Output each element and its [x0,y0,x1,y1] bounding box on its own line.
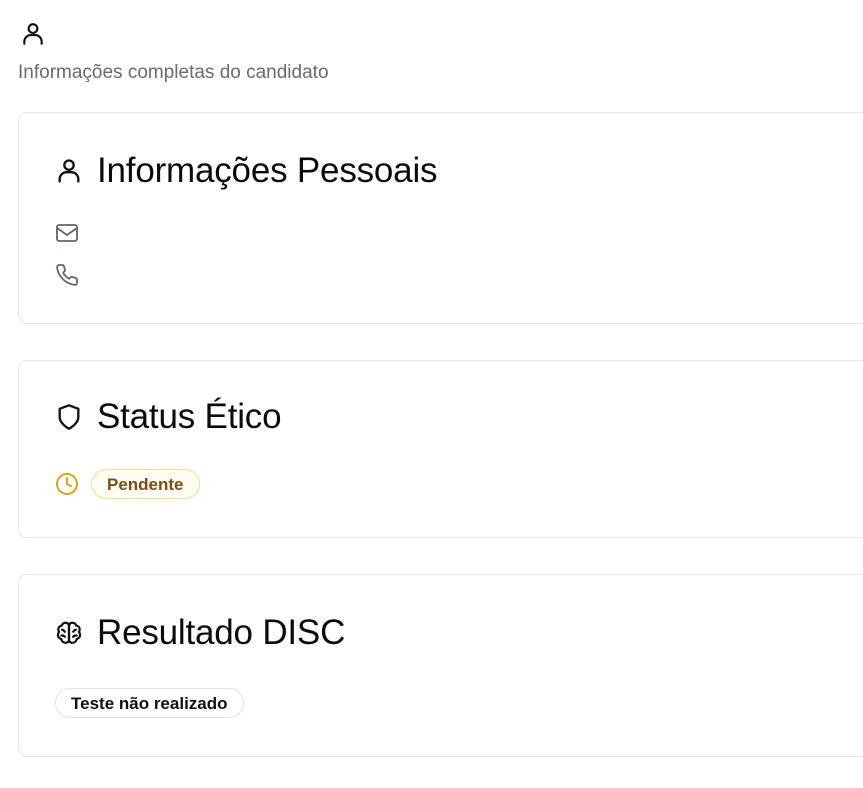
personal-info-header: Informações Pessoais [55,150,438,192]
shield-icon [58,404,80,430]
personal-info-card: Informações Pessoais [18,112,863,324]
personal-info-title: Informações Pessoais [97,151,438,190]
brain-icon [56,621,82,644]
phone-icon [56,264,78,286]
status-badge: Pendente [91,469,200,499]
ethic-status-row: Pendente [55,469,200,499]
disc-result-header: Resultado DISC [55,612,345,654]
user-icon [58,159,80,183]
disc-status-badge: Teste não realizado [55,688,244,718]
ethic-status-title: Status Ético [97,397,282,436]
ethic-status-header: Status Ético [55,396,282,438]
page-subtitle: Informações completas do candidato [18,62,329,83]
user-icon [23,23,43,45]
disc-result-card: Resultado DISC Teste não realizado [18,574,863,757]
mail-icon [56,224,78,242]
clock-icon [56,473,78,495]
ethic-status-card: Status Ético Pendente [18,360,863,538]
disc-result-title: Resultado DISC [97,613,346,652]
